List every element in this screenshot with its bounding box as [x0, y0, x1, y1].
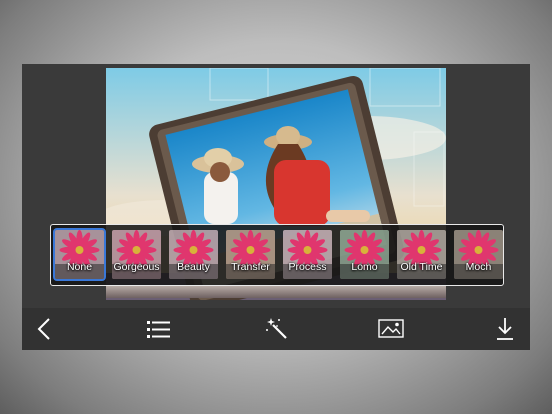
filter-transfer[interactable]: Transfer — [226, 230, 275, 279]
filter-strip[interactable]: None Gorgeous Beauty Transfer Process Lomo Old… — [50, 224, 504, 286]
filter-label: Moch — [465, 261, 492, 273]
list-icon — [147, 321, 170, 338]
magic-wand-icon — [266, 318, 287, 339]
filter-label: None — [66, 261, 93, 273]
bottom-toolbar — [22, 308, 530, 350]
filter-gorgeous[interactable]: Gorgeous — [112, 230, 161, 279]
magic-wand-button[interactable] — [264, 316, 290, 342]
filter-label: Transfer — [231, 261, 270, 273]
download-button[interactable] — [492, 316, 518, 342]
filter-label: Old Time — [400, 261, 443, 273]
filter-old-time[interactable]: Old Time — [397, 230, 446, 279]
back-button[interactable] — [32, 316, 58, 342]
filter-row: None Gorgeous Beauty Transfer Process Lomo Old… — [53, 228, 503, 281]
photo-bottom-edge — [106, 286, 446, 298]
back-icon — [37, 318, 50, 340]
list-button[interactable] — [146, 316, 172, 342]
filter-none[interactable]: None — [53, 228, 106, 281]
filter-label: Gorgeous — [113, 261, 160, 273]
filter-beauty[interactable]: Beauty — [169, 230, 218, 279]
filter-label: Lomo — [351, 261, 378, 273]
download-icon — [497, 318, 513, 340]
filter-moch[interactable]: Moch — [454, 230, 503, 279]
filter-process[interactable]: Process — [283, 230, 332, 279]
filter-label: Beauty — [177, 261, 210, 273]
image-button[interactable] — [378, 316, 404, 342]
image-icon — [378, 319, 404, 338]
filter-label: Process — [288, 261, 327, 273]
filter-lomo[interactable]: Lomo — [340, 230, 389, 279]
editor-window: None Gorgeous Beauty Transfer Process Lomo Old… — [22, 64, 530, 350]
